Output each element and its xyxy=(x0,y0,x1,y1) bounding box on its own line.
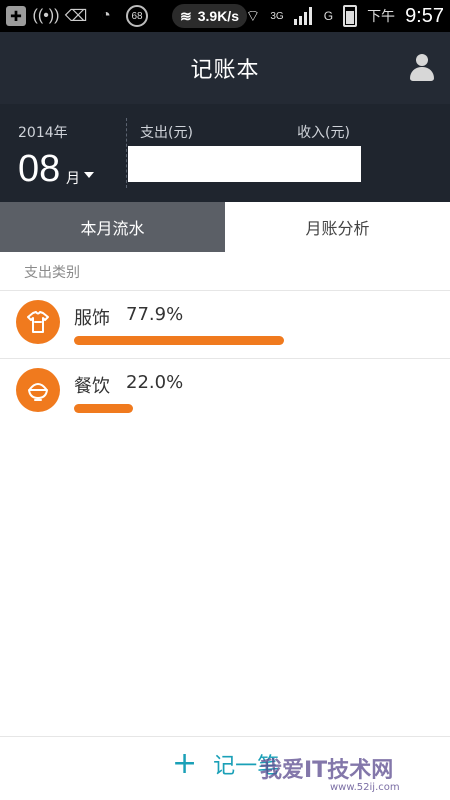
watermark-url: www.52ij.com xyxy=(330,782,400,793)
avatar-head xyxy=(416,54,428,66)
shirt-glyph xyxy=(27,311,49,333)
category-bar xyxy=(74,336,284,345)
expense-label: 支出(元) xyxy=(140,125,193,141)
list-divider xyxy=(0,358,450,359)
support-icon: ◔ xyxy=(101,7,111,24)
tabs: 本月流水 月账分析 xyxy=(0,202,450,252)
section-title: 支出类别 xyxy=(24,265,80,281)
amounts-redaction-box xyxy=(128,146,361,182)
time-period: 下午 xyxy=(367,8,396,24)
status-right-icons: ⌔ 3G G 下午 9:57 xyxy=(245,0,444,32)
cleaner-icon: ⌫ xyxy=(64,8,88,25)
month-selector[interactable]: 08 xyxy=(18,148,60,191)
add-notification-icon: ✚ xyxy=(6,6,26,26)
network-type-g: G xyxy=(323,9,334,23)
summary-divider xyxy=(126,118,127,188)
network-type-3g: 3G xyxy=(270,10,284,22)
status-bar: ✚ ((•)) ⌫ ◔ 68 ≋ 3.9K/s ⌔ 3G G 下午 9:57 xyxy=(0,0,450,32)
category-name: 餐饮 xyxy=(74,376,110,397)
notification-count: 68 xyxy=(131,10,143,22)
category-item[interactable]: 服饰 77.9% xyxy=(0,292,450,358)
app-header: 记账本 xyxy=(0,32,450,104)
year-label: 2014年 xyxy=(18,125,68,141)
plus-icon: + xyxy=(172,746,198,781)
tab-monthly-flow[interactable]: 本月流水 xyxy=(0,202,225,252)
wifi-hotspot-icon: ((•)) xyxy=(32,7,60,24)
tab-monthly-analysis[interactable]: 月账分析 xyxy=(225,202,450,252)
network-speed-indicator: ≋ 3.9K/s xyxy=(172,4,247,28)
page-title: 记账本 xyxy=(190,58,260,83)
battery-icon xyxy=(343,5,358,27)
network-speed: 3.9K/s xyxy=(197,8,239,24)
signal-bars-icon xyxy=(293,7,314,25)
status-left-icons: ✚ ((•)) ⌫ ◔ 68 xyxy=(0,5,148,27)
avatar-body xyxy=(410,67,434,81)
dropdown-caret-icon[interactable] xyxy=(84,172,94,178)
category-percent: 22.0% xyxy=(126,372,184,393)
shirt-icon xyxy=(16,300,60,344)
month-summary-panel: 2014年 08 月 支出(元) 收入(元) xyxy=(0,104,450,202)
rice-bowl-icon xyxy=(16,368,60,412)
rice-bowl-glyph xyxy=(28,383,48,401)
wifi-icon: ≋ xyxy=(180,7,192,24)
category-percent: 77.9% xyxy=(126,304,184,325)
user-avatar-icon[interactable] xyxy=(408,52,436,82)
watermark-text: 我爱IT技术网 xyxy=(260,758,394,783)
income-label: 收入(元) xyxy=(297,125,350,141)
notification-count-icon: 68 xyxy=(126,5,148,27)
status-time: 9:57 xyxy=(405,4,444,27)
category-name: 服饰 xyxy=(74,308,110,329)
wifi-signal-icon: ⌔ xyxy=(245,8,261,25)
category-item[interactable]: 餐饮 22.0% xyxy=(0,360,450,426)
month-suffix[interactable]: 月 xyxy=(66,168,80,188)
category-bar xyxy=(74,404,133,413)
section-divider xyxy=(0,290,450,291)
bottom-divider xyxy=(0,736,450,737)
